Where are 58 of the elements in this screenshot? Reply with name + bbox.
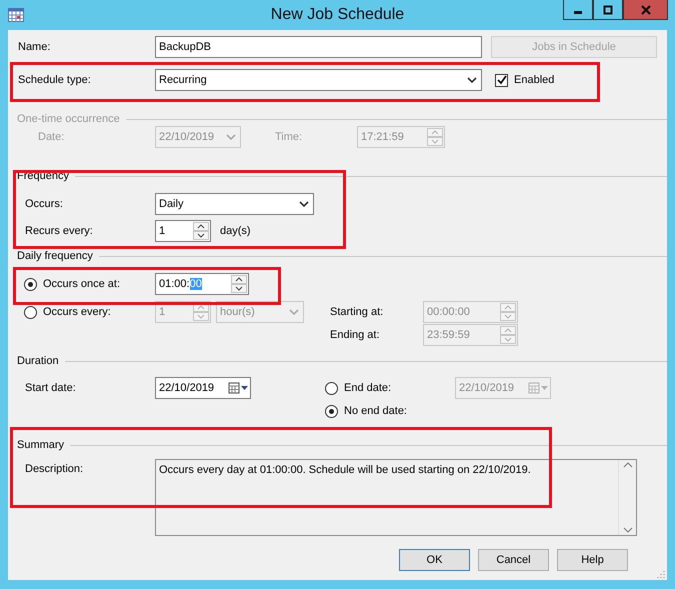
checkmark-icon xyxy=(496,75,506,85)
minimize-button[interactable] xyxy=(563,0,593,20)
dialog-button[interactable]: OK xyxy=(399,549,470,571)
radio-label[interactable]: End date: xyxy=(344,382,392,394)
radio-button[interactable] xyxy=(325,404,338,418)
dialog-button[interactable]: Cancel xyxy=(478,549,549,571)
description-text: Occurs every day at 01:00:00. Schedule will be used starting on 22/10/2019. xyxy=(158,463,532,478)
section-title: Daily frequency xyxy=(17,250,93,262)
field-label: Time: xyxy=(275,131,304,143)
maximize-icon xyxy=(603,4,613,14)
close-icon xyxy=(640,4,650,14)
radio-label[interactable]: No end date: xyxy=(344,405,407,417)
spin-box[interactable]: 1 xyxy=(155,220,211,242)
unit-label: day(s) xyxy=(220,225,251,237)
calendar-icon xyxy=(228,382,250,394)
chevron-down-icon xyxy=(289,308,299,316)
radio-button[interactable] xyxy=(325,382,338,394)
resize-grip-icon xyxy=(655,568,665,578)
up-down-arrows-icon xyxy=(500,303,516,321)
field-label: Starting at: xyxy=(330,306,384,318)
section-title: Duration xyxy=(17,355,59,367)
scroll-up-icon xyxy=(622,462,632,468)
up-down-arrows-icon xyxy=(231,275,247,293)
checkbox[interactable] xyxy=(495,74,508,86)
maximize-button[interactable] xyxy=(593,0,623,20)
up-down-arrows-icon xyxy=(427,128,443,146)
dropdown[interactable]: Recurring xyxy=(155,69,482,91)
field-label: Description: xyxy=(25,462,84,477)
field-label: Ending at: xyxy=(330,329,381,341)
chevron-down-icon xyxy=(299,200,309,208)
up-down-arrows-icon xyxy=(500,326,516,344)
dropdown[interactable]: Daily xyxy=(155,193,314,215)
time-field[interactable]: 01:00:00 xyxy=(155,273,249,295)
calendar-icon xyxy=(528,382,550,394)
chevron-down-icon xyxy=(226,134,236,140)
field-label: Date: xyxy=(38,131,66,143)
radio-label[interactable]: Occurs once at: xyxy=(43,278,120,290)
chevron-down-icon xyxy=(467,76,477,84)
window-title: New Job Schedule xyxy=(270,6,404,24)
calendar-icon xyxy=(8,8,24,22)
field-label: Schedule type: xyxy=(18,74,92,86)
close-button[interactable] xyxy=(623,0,668,20)
name-field[interactable]: BackupDB xyxy=(155,36,482,58)
scroll-down-icon xyxy=(622,527,632,533)
up-down-arrows-icon xyxy=(193,222,209,240)
section-title: Summary xyxy=(17,439,64,451)
field-label: Name: xyxy=(18,41,52,53)
radio-button[interactable] xyxy=(24,278,37,290)
minimize-icon xyxy=(574,11,582,14)
dialog-button[interactable]: Help xyxy=(557,549,628,571)
section-title: Frequency xyxy=(17,170,69,182)
field-label: Occurs: xyxy=(25,198,64,210)
date-picker[interactable]: 22/10/2019 xyxy=(155,377,251,399)
field-label: Start date: xyxy=(25,382,77,394)
field-label: Recurs every: xyxy=(25,225,94,237)
checkbox-label[interactable]: Enabled xyxy=(514,74,554,86)
section-title: One-time occurrence xyxy=(17,113,120,125)
up-down-arrows-icon xyxy=(193,303,209,321)
